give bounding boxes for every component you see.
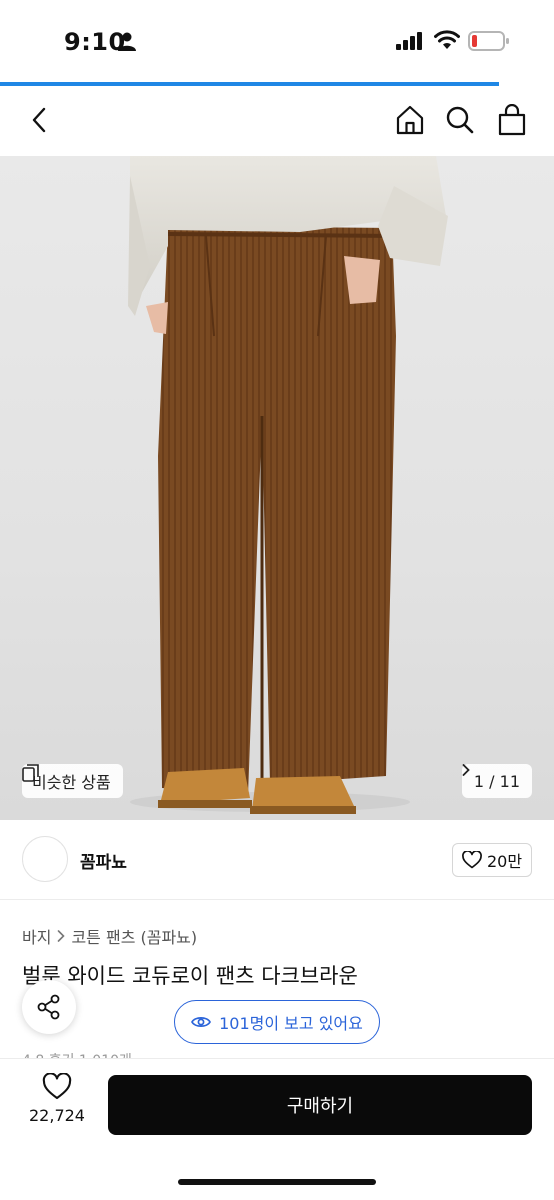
seller-name[interactable]: 꼼파뇨 bbox=[80, 848, 127, 873]
product-photo bbox=[128, 156, 448, 814]
app-header bbox=[0, 88, 554, 156]
image-counter-button[interactable]: 1 / 11 bbox=[461, 764, 532, 798]
like-button[interactable]: 22,724 bbox=[22, 1073, 92, 1125]
cart-button[interactable] bbox=[492, 100, 532, 140]
chevron-left-icon bbox=[32, 107, 46, 133]
image-counter: 1 / 11 bbox=[473, 771, 520, 791]
similar-products-button[interactable]: 비슷한 상품 bbox=[22, 764, 123, 798]
heart-outline-icon bbox=[42, 1073, 72, 1100]
back-button[interactable] bbox=[20, 100, 60, 140]
seller-avatar[interactable] bbox=[22, 836, 68, 882]
status-time: 9:10 bbox=[64, 28, 126, 56]
page-progress-bar bbox=[0, 82, 554, 86]
breadcrumb-subcategory[interactable]: 코튼 팬츠 (꼼파뇨) bbox=[71, 924, 197, 948]
seller-like-button[interactable]: 20만 bbox=[452, 843, 532, 877]
like-count: 22,724 bbox=[29, 1106, 85, 1125]
rating-summary[interactable]: 4.8 후기 1,010개 bbox=[22, 1050, 132, 1058]
search-button[interactable] bbox=[440, 100, 480, 140]
similar-items-icon bbox=[22, 764, 39, 782]
battery-icon bbox=[468, 31, 509, 51]
product-image-gallery[interactable]: 비슷한 상품 1 / 11 bbox=[0, 156, 554, 820]
search-icon bbox=[446, 106, 474, 134]
share-button[interactable] bbox=[22, 980, 76, 1034]
product-detail-screen: 9:10 비슷한 상품 1 / 11 꼼파뇨 20만 바지 코튼 팬츠 (꼼파뇨… bbox=[0, 0, 554, 1200]
heart-outline-icon bbox=[462, 851, 482, 869]
wifi-icon bbox=[434, 30, 460, 49]
page-progress-fill bbox=[0, 82, 499, 86]
home-indicator bbox=[178, 1179, 376, 1185]
seller-like-count: 20만 bbox=[486, 852, 523, 871]
home-button[interactable] bbox=[390, 100, 430, 140]
eye-icon bbox=[191, 1017, 212, 1027]
bottom-action-bar: 22,724 구매하기 bbox=[0, 1058, 554, 1200]
home-icon bbox=[396, 105, 424, 135]
chevron-right-icon bbox=[58, 930, 66, 942]
cellular-signal-icon bbox=[396, 32, 422, 50]
chevron-right-icon bbox=[462, 764, 470, 776]
share-icon bbox=[37, 994, 60, 1020]
shopping-bag-icon bbox=[498, 104, 526, 136]
live-viewers-text: 101명이 보고 있어요 bbox=[219, 1014, 363, 1033]
similar-products-label: 비슷한 상품 bbox=[32, 773, 111, 792]
breadcrumb: 바지 코튼 팬츠 (꼼파뇨) bbox=[22, 924, 197, 948]
live-viewers-badge: 101명이 보고 있어요 bbox=[174, 1000, 380, 1044]
buy-button[interactable]: 구매하기 bbox=[108, 1075, 532, 1135]
seller-row: 꼼파뇨 20만 bbox=[0, 820, 554, 900]
person-icon bbox=[118, 32, 136, 51]
status-bar: 9:10 bbox=[0, 0, 554, 82]
breadcrumb-category[interactable]: 바지 bbox=[22, 924, 51, 948]
product-title: 벌룬 와이드 코듀로이 팬츠 다크브라운 bbox=[22, 964, 358, 988]
